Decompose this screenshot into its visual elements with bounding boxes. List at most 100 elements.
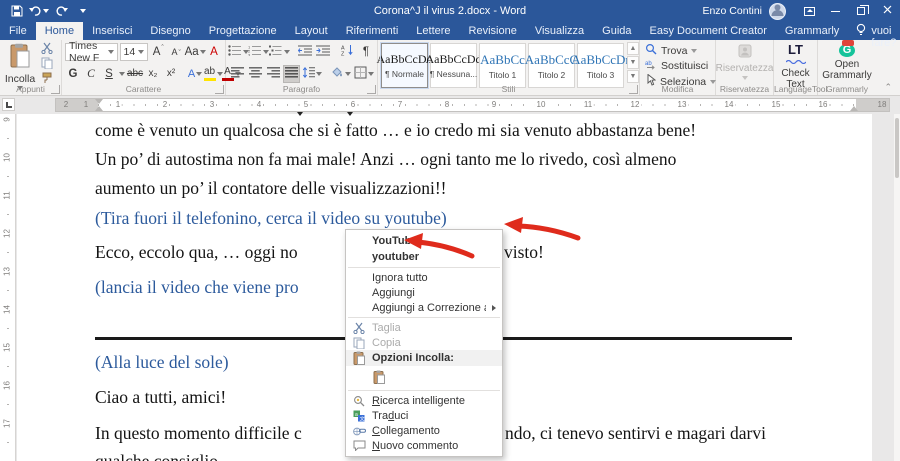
replace-button[interactable]: abSostituisci (643, 59, 718, 73)
undo-icon[interactable] (30, 2, 48, 20)
redo-icon[interactable] (52, 2, 70, 20)
line-spacing-button[interactable] (302, 65, 322, 83)
tab-easy-document-creator[interactable]: Easy Document Creator (641, 22, 776, 40)
open-grammarly-button[interactable]: G Open Grammarly (821, 42, 873, 83)
hanging-indent-marker[interactable] (95, 106, 103, 111)
doc-line[interactable]: Un po’ di autostima non fa mai male! Anz… (95, 149, 676, 170)
paragraph-dialog-launcher[interactable] (367, 85, 376, 94)
shrink-font-button[interactable]: Aˇ (168, 43, 184, 61)
menu-item-aggiungi-a-correzione-automatica[interactable]: Aggiungi a Correzione automatica (346, 300, 502, 315)
customize-qat-icon[interactable] (74, 2, 92, 20)
style-titolo-3[interactable]: AaBbCcDrTitolo 3 (577, 43, 624, 88)
tab-home[interactable]: Home (36, 22, 83, 40)
subscript-button[interactable]: x₂ (145, 65, 161, 83)
menu-item-traduci[interactable]: a文Traduci (346, 408, 502, 423)
increase-indent-button[interactable] (315, 43, 331, 61)
font-dialog-launcher[interactable] (215, 85, 224, 94)
styles-scroll-up-icon[interactable]: ▲ (627, 42, 639, 55)
paste-button[interactable]: Incolla (3, 42, 37, 83)
save-icon[interactable] (8, 2, 26, 20)
multilevel-list-button[interactable] (270, 43, 289, 61)
copy-button[interactable] (38, 58, 55, 71)
clear-formatting-button[interactable]: A (206, 43, 222, 61)
doc-line[interactable]: come è venuto un qualcosa che si è fatto… (95, 120, 696, 141)
ribbon-display-options-icon[interactable] (796, 0, 822, 22)
doc-line[interactable]: Ecco, eccolo qua, … oggi no (95, 242, 298, 263)
tab-grammarly[interactable]: Grammarly (776, 22, 848, 40)
menu-item-ignora-tutto[interactable]: Ignora tutto (346, 270, 502, 285)
justify-button[interactable] (283, 65, 300, 83)
borders-button[interactable] (354, 65, 374, 83)
tell-me-assist[interactable]: Cosa vuoi fare? (848, 22, 900, 40)
font-name-combo[interactable]: Times New F (65, 43, 118, 61)
clipboard-dialog-launcher[interactable] (51, 85, 60, 94)
doc-line-blue[interactable]: (Alla luce del sole) (95, 352, 229, 373)
style-normale[interactable]: AaBbCcDd¶ Normale (381, 43, 428, 88)
superscript-button[interactable]: x² (163, 65, 179, 83)
sort-button[interactable]: AZ (340, 43, 356, 61)
underline-button[interactable]: S (101, 65, 117, 83)
tab-inserisci[interactable]: Inserisci (83, 22, 141, 40)
menu-item-youtuber[interactable]: youtuber (346, 249, 502, 265)
underline-dropdown-icon[interactable] (119, 72, 125, 76)
tab-stop-marker[interactable] (347, 112, 353, 116)
tab-layout[interactable]: Layout (286, 22, 337, 40)
doc-line[interactable]: Ciao a tutti, amici! (95, 387, 226, 408)
tab-lettere[interactable]: Lettere (407, 22, 459, 40)
doc-line[interactable]: aumento un po’ il contatore delle visual… (95, 178, 447, 199)
menu-item-collegamento[interactable]: Collegamento (346, 423, 502, 438)
styles-more-icon[interactable]: ▼ (627, 70, 639, 83)
tab-visualizza[interactable]: Visualizza (526, 22, 593, 40)
menu-item-youtube[interactable]: YouTube (346, 233, 502, 249)
restore-icon[interactable] (848, 0, 874, 22)
right-indent-marker[interactable] (850, 106, 858, 111)
text-effects-button[interactable]: A (187, 65, 203, 83)
doc-line-blue[interactable]: (lancia il video che viene pro (95, 277, 299, 298)
doc-line-fragment[interactable]: visto! (504, 242, 544, 263)
doc-line[interactable]: qualche consiglio. (95, 451, 222, 461)
tab-selector[interactable] (2, 98, 15, 111)
cut-button[interactable] (38, 43, 55, 56)
grow-font-button[interactable]: Aˆ (150, 43, 166, 61)
doc-line-fragment[interactable]: ndo, ci tenevo sentirvi e magari darvi (505, 423, 766, 444)
bullets-button[interactable] (229, 43, 248, 61)
menu-item-ricerca-intelligente[interactable]: Ricerca intelligente (346, 393, 502, 408)
first-line-indent-marker[interactable] (95, 99, 103, 104)
tab-riferimenti[interactable]: Riferimenti (337, 22, 408, 40)
numbering-button[interactable]: 123 (250, 43, 269, 61)
find-button[interactable]: Trova (643, 43, 718, 58)
privacy-button[interactable]: Riservatezza (719, 42, 770, 83)
bold-button[interactable]: G (65, 65, 81, 83)
align-center-button[interactable] (247, 65, 263, 83)
tab-file[interactable]: File (0, 22, 36, 40)
strikethrough-button[interactable]: abc (127, 65, 143, 83)
shading-button[interactable] (331, 65, 351, 83)
tab-guida[interactable]: Guida (593, 22, 640, 40)
minimize-icon[interactable] (822, 0, 848, 22)
paste-option-keep-source[interactable] (346, 366, 502, 388)
style-titolo-2[interactable]: AaBbCcCTitolo 2 (528, 43, 575, 88)
horizontal-ruler[interactable]: 21 12345678910111213141516 18 (55, 98, 890, 112)
align-left-button[interactable] (229, 65, 245, 83)
vertical-ruler[interactable]: 91011121314151617 (0, 114, 16, 461)
change-case-button[interactable]: Aa (186, 43, 204, 61)
styles-scroll-down-icon[interactable]: ▼ (627, 56, 639, 69)
collapse-ribbon-icon[interactable]: ⌃ (884, 82, 892, 93)
decrease-indent-button[interactable] (297, 43, 313, 61)
menu-item-nuovo-commento[interactable]: Nuovo commento (346, 438, 502, 453)
font-size-combo[interactable]: 14 (120, 43, 149, 61)
style-titolo-1[interactable]: AaBbCcTitolo 1 (479, 43, 526, 88)
highlight-button[interactable]: ab (205, 65, 221, 83)
menu-item-aggiungi[interactable]: Aggiungi (346, 285, 502, 300)
tab-disegno[interactable]: Disegno (141, 22, 199, 40)
align-right-button[interactable] (265, 65, 281, 83)
doc-line-blue[interactable]: (Tira fuori il telefonino, cerca il vide… (95, 208, 447, 229)
tab-revisione[interactable]: Revisione (460, 22, 526, 40)
italic-button[interactable]: C (83, 65, 99, 83)
tab-stop-marker[interactable] (297, 112, 303, 116)
scrollbar-thumb[interactable] (895, 118, 899, 178)
doc-line[interactable]: In questo momento difficile c (95, 423, 302, 444)
close-icon[interactable] (874, 0, 900, 22)
avatar[interactable] (769, 3, 786, 20)
check-text-button[interactable]: LT Check Text (777, 42, 814, 83)
